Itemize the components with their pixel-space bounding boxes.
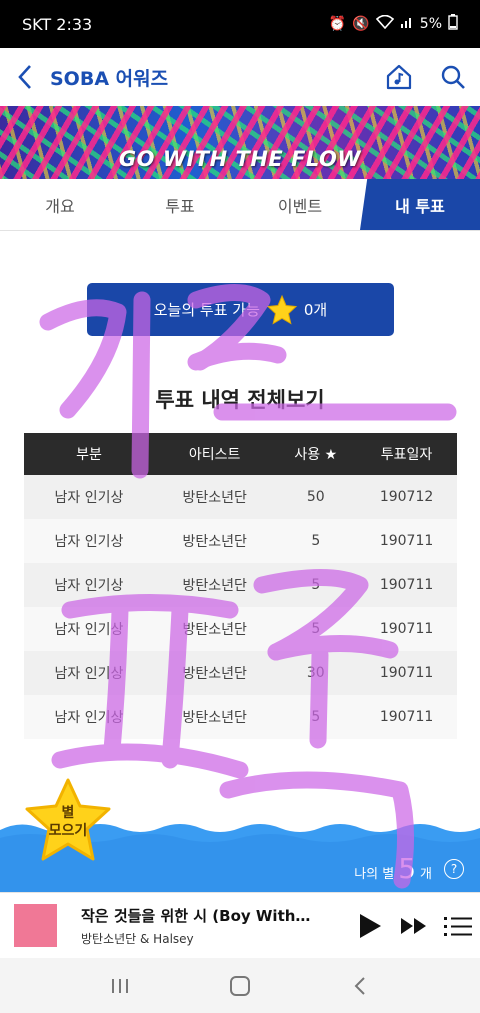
alarm-icon: ⏰ bbox=[328, 16, 347, 32]
cell-category: 남자 인기상 bbox=[24, 563, 154, 607]
track-artist: 방탄소년단 & Halsey bbox=[81, 931, 194, 946]
home-button[interactable] bbox=[210, 958, 270, 1013]
table-row: 남자 인기상 방탄소년단 5 190711 bbox=[24, 607, 457, 651]
table-row: 남자 인기상 방탄소년단 5 190711 bbox=[24, 563, 457, 607]
cell-date: 190711 bbox=[356, 607, 457, 651]
music-home-icon bbox=[386, 64, 412, 90]
collect-line-1: 별 bbox=[61, 805, 75, 821]
track-info[interactable]: 작은 것들을 위한 시 (Boy With L.. 방탄소년단 & Halsey bbox=[81, 905, 348, 947]
vote-history-table: 부분 아티스트 사용 ★ 투표일자 남자 인기상 방탄소년단 50 190712… bbox=[24, 433, 457, 739]
cell-artist: 방탄소년단 bbox=[153, 519, 276, 563]
cell-artist: 방탄소년단 bbox=[153, 651, 276, 695]
cell-artist: 방탄소년단 bbox=[153, 607, 276, 651]
cell-category: 남자 인기상 bbox=[24, 519, 154, 563]
cell-stars: 30 bbox=[275, 651, 357, 695]
cell-category: 남자 인기상 bbox=[24, 651, 154, 695]
table-row: 남자 인기상 방탄소년단 5 190711 bbox=[24, 519, 457, 563]
signal-icon bbox=[400, 16, 414, 32]
my-stars-count: 5 bbox=[398, 852, 417, 885]
cell-artist: 방탄소년단 bbox=[153, 475, 276, 519]
battery-icon bbox=[448, 14, 458, 34]
star-icon bbox=[266, 294, 298, 325]
collect-stars-label: 별 모으기 bbox=[20, 804, 116, 840]
my-stars-unit: 개 bbox=[420, 867, 432, 882]
search-button[interactable] bbox=[426, 48, 480, 106]
cell-category: 남자 인기상 bbox=[24, 475, 154, 519]
back-nav-button[interactable] bbox=[330, 958, 390, 1013]
history-title: 투표 내역 전체보기 bbox=[155, 388, 325, 412]
cell-date: 190711 bbox=[356, 695, 457, 739]
mute-icon: 🔇 bbox=[352, 16, 370, 32]
tab-event[interactable]: 이벤트 bbox=[240, 179, 360, 230]
table-row: 남자 인기상 방탄소년단 5 190711 bbox=[24, 695, 457, 739]
event-banner[interactable]: GO WITH THE FLOW bbox=[0, 106, 480, 179]
play-button[interactable] bbox=[348, 901, 392, 951]
mini-player[interactable]: 작은 것들을 위한 시 (Boy With L.. 방탄소년단 & Halsey bbox=[0, 892, 480, 958]
app-header: SOBA 어워즈 bbox=[0, 48, 480, 106]
col-vote-date: 투표일자 bbox=[356, 433, 457, 475]
table-row: 남자 인기상 방탄소년단 50 190712 bbox=[24, 475, 457, 519]
cell-date: 190711 bbox=[356, 519, 457, 563]
col-stars-used: 사용 ★ bbox=[275, 433, 357, 475]
status-bar: SKT 2:33 ⏰ 🔇 5% bbox=[0, 0, 480, 48]
my-stars-label: 나의 별 bbox=[354, 867, 395, 882]
back-button[interactable] bbox=[0, 48, 50, 106]
status-right: ⏰ 🔇 5% bbox=[329, 14, 458, 34]
back-icon bbox=[354, 976, 365, 995]
cell-artist: 방탄소년단 bbox=[153, 695, 276, 739]
status-left: SKT 2:33 bbox=[22, 15, 92, 34]
playlist-button[interactable] bbox=[436, 901, 480, 951]
today-vote-label: 오늘의 투표 가능 bbox=[153, 301, 260, 319]
my-stars: 나의 별 5 개 ? bbox=[354, 852, 464, 885]
today-vote-bar: 오늘의 투표 가능 0개 bbox=[87, 283, 394, 336]
tab-bar: 개요 투표 이벤트 내 투표 bbox=[0, 179, 480, 231]
wifi-icon bbox=[375, 14, 394, 33]
next-button[interactable] bbox=[392, 901, 436, 951]
play-icon bbox=[360, 913, 381, 938]
battery-percent: 5% bbox=[419, 16, 442, 32]
cell-date: 190712 bbox=[356, 475, 457, 519]
carrier-label: SKT bbox=[22, 14, 52, 34]
page-title: SOBA 어워즈 bbox=[50, 67, 169, 90]
system-nav-bar bbox=[0, 958, 480, 1013]
search-icon bbox=[441, 65, 465, 89]
tab-my-vote[interactable]: 내 투표 bbox=[360, 179, 480, 230]
recent-apps-button[interactable] bbox=[90, 958, 150, 1013]
col-category: 부분 bbox=[24, 433, 154, 475]
fast-forward-icon bbox=[401, 917, 426, 934]
collect-line-2: 모으기 bbox=[48, 823, 88, 839]
today-vote-count: 0개 bbox=[303, 301, 328, 319]
cell-stars: 5 bbox=[275, 695, 357, 739]
clock: 2:33 bbox=[56, 14, 93, 34]
album-art[interactable] bbox=[14, 904, 57, 947]
tab-overview[interactable]: 개요 bbox=[0, 179, 120, 230]
tab-vote[interactable]: 투표 bbox=[120, 179, 240, 230]
cell-date: 190711 bbox=[356, 563, 457, 607]
banner-text: GO WITH THE FLOW bbox=[118, 147, 362, 171]
chevron-left-icon bbox=[18, 65, 31, 89]
music-home-button[interactable] bbox=[372, 48, 426, 106]
cell-stars: 5 bbox=[275, 519, 357, 563]
track-title: 작은 것들을 위한 시 (Boy With L.. bbox=[81, 906, 311, 925]
help-icon[interactable]: ? bbox=[444, 858, 464, 879]
cell-stars: 5 bbox=[275, 607, 357, 651]
recent-apps-icon bbox=[112, 978, 128, 993]
cell-stars: 50 bbox=[275, 475, 357, 519]
cell-date: 190711 bbox=[356, 651, 457, 695]
cell-category: 남자 인기상 bbox=[24, 607, 154, 651]
col-artist: 아티스트 bbox=[153, 433, 276, 475]
home-icon bbox=[230, 975, 250, 996]
table-row: 남자 인기상 방탄소년단 30 190711 bbox=[24, 651, 457, 695]
table-header-row: 부분 아티스트 사용 ★ 투표일자 bbox=[24, 433, 457, 475]
cell-stars: 5 bbox=[275, 563, 357, 607]
cell-category: 남자 인기상 bbox=[24, 695, 154, 739]
playlist-icon bbox=[444, 916, 472, 936]
cell-artist: 방탄소년단 bbox=[153, 563, 276, 607]
